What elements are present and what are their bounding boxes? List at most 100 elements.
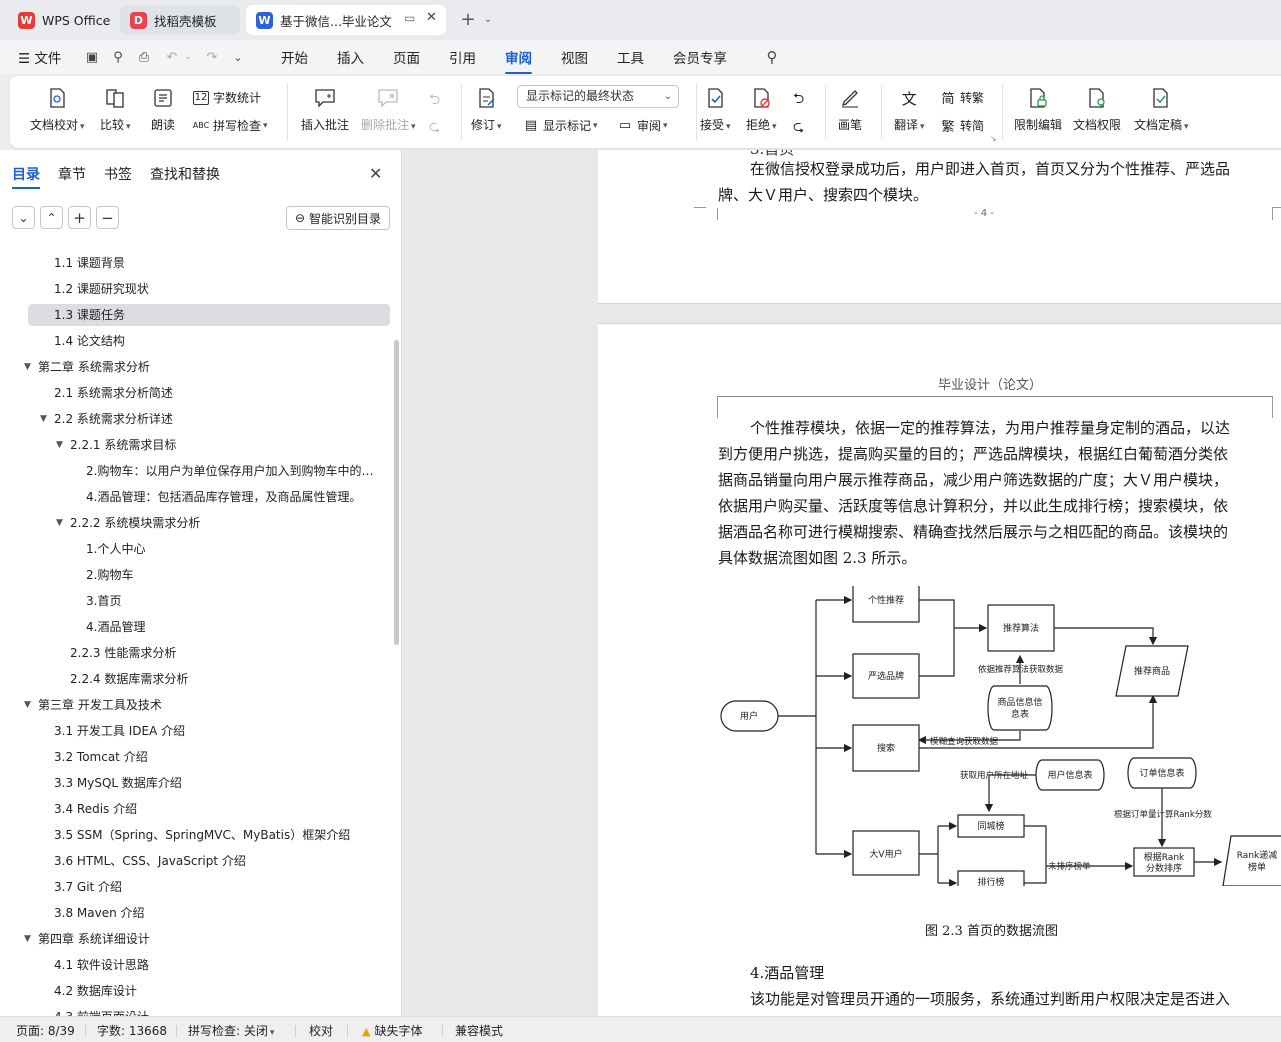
expand-triangle-icon[interactable]: ▼ xyxy=(24,356,31,378)
to-simplified-button[interactable]: 繁 转简 xyxy=(940,117,984,135)
proof-status[interactable]: 校对 xyxy=(309,1022,333,1039)
insert-comment-button[interactable]: 插入批注 xyxy=(301,86,349,133)
word-count-button[interactable]: 12 字数统计 xyxy=(193,89,261,106)
next-comment-icon[interactable]: ⮎ xyxy=(429,116,440,140)
tab-find-replace[interactable]: 查找和替换 xyxy=(150,164,220,184)
sidebar-scrollbar[interactable] xyxy=(394,340,399,645)
page-indicator[interactable]: 页面: 8/39 xyxy=(16,1022,75,1039)
close-tab-icon[interactable]: ✕ xyxy=(426,10,437,25)
toc-item[interactable]: 4.3 前端页面设计 xyxy=(54,1006,374,1016)
tab-chapters[interactable]: 章节 xyxy=(58,164,86,184)
previous-revision-icon[interactable]: ⮌ xyxy=(793,88,804,112)
toc-item[interactable]: 2.购物车：以用户为单位保存用户加入到购物车中的商品。 xyxy=(86,460,374,482)
markup-state-select[interactable]: 显示标记的最终状态 ⌄ xyxy=(517,85,679,108)
toc-item[interactable]: 2.购物车 xyxy=(86,564,374,586)
missing-font-status[interactable]: ▲ 缺失字体 xyxy=(362,1022,422,1039)
delete-comment-button[interactable]: 删除批注 ▾ xyxy=(361,86,416,133)
menu-view[interactable]: 视图 xyxy=(561,47,588,67)
toc-item[interactable]: 2.1 系统需求分析简述 xyxy=(54,382,374,404)
document-canvas[interactable]: 3.首页 在微信授权登录成功后，用户即进入首页，首页又分为个性推荐、严选品 牌、… xyxy=(403,150,1281,1016)
new-tab-icon[interactable]: + xyxy=(458,9,478,30)
share-icon[interactable]: ⚲ xyxy=(110,49,126,65)
tab-bookmarks[interactable]: 书签 xyxy=(104,164,132,184)
toc-item[interactable]: 1.个人中心 xyxy=(86,538,374,560)
toc-item[interactable]: 2.2 系统需求分析详述 xyxy=(54,408,374,430)
expand-triangle-icon[interactable]: ▼ xyxy=(40,408,47,430)
toc-item[interactable]: 2.2.1 系统需求目标 xyxy=(70,434,374,456)
toc-item[interactable]: 1.3 课题任务 xyxy=(54,304,374,326)
toc-item[interactable]: 1.4 论文结构 xyxy=(54,330,374,352)
collapse-down-icon[interactable]: ⌄ xyxy=(12,206,35,229)
previous-comment-icon[interactable]: ⮌ xyxy=(429,89,440,113)
tab-toc[interactable]: 目录 xyxy=(12,164,40,189)
close-icon[interactable]: ✕ xyxy=(369,164,382,183)
spell-check-button[interactable]: ABC 拼写检查 ▾ xyxy=(193,117,268,134)
more-chevron-icon[interactable]: ⌄ xyxy=(230,49,246,65)
tab-docer-template[interactable]: D 找稻壳模板 xyxy=(120,5,240,35)
toc-item[interactable]: 第二章 系统需求分析 xyxy=(38,356,374,378)
toc-item[interactable]: 1.1 课题背景 xyxy=(54,252,374,274)
menu-home[interactable]: 开始 xyxy=(281,47,308,67)
next-revision-icon[interactable]: ⮎ xyxy=(793,116,804,140)
review-pane-button[interactable]: ▭ 审阅 ▾ xyxy=(617,117,668,134)
dialog-launcher-icon[interactable]: ↘ xyxy=(990,134,997,143)
file-menu[interactable]: ☰ 文件 xyxy=(18,47,61,67)
collapse-up-icon[interactable]: ⌃ xyxy=(40,206,63,229)
compare-button[interactable]: 比较 ▾ xyxy=(100,86,131,133)
add-heading-icon[interactable]: + xyxy=(68,206,91,229)
search-icon[interactable]: ⚲ xyxy=(764,48,780,66)
doc-finalize-button[interactable]: 文档定稿 ▾ xyxy=(1134,86,1189,133)
menu-review[interactable]: 审阅 xyxy=(505,47,532,74)
doc-proof-button[interactable]: 文档校对 ▾ xyxy=(30,86,85,133)
print-preview-icon[interactable]: ⎙ xyxy=(136,49,152,65)
toc-item[interactable]: 3.5 SSM（Spring、SpringMVC、MyBatis）框架介绍 xyxy=(54,824,374,846)
tab-document[interactable]: W 基于微信...毕业论文 ▭ ✕ xyxy=(246,5,446,35)
translate-button[interactable]: 文 翻译 ▾ xyxy=(894,86,925,133)
remove-heading-icon[interactable]: − xyxy=(96,206,119,229)
menu-vip[interactable]: 会员专享 xyxy=(673,47,727,67)
menu-reference[interactable]: 引用 xyxy=(449,47,476,67)
toc-item[interactable]: 3.4 Redis 介绍 xyxy=(54,798,374,820)
expand-triangle-icon[interactable]: ▼ xyxy=(24,694,31,716)
toc-item[interactable]: 第四章 系统详细设计 xyxy=(38,928,374,950)
toc-item[interactable]: 4.1 软件设计思路 xyxy=(54,954,374,976)
document-page[interactable]: 3.首页 在微信授权登录成功后，用户即进入首页，首页又分为个性推荐、严选品 牌、… xyxy=(598,150,1281,304)
toc-item[interactable]: 2.2.4 数据库需求分析 xyxy=(70,668,374,690)
undo-chevron-icon[interactable]: ⌄ xyxy=(180,49,196,65)
toc-item[interactable]: 3.首页 xyxy=(86,590,374,612)
redo-icon[interactable]: ↷ xyxy=(204,49,220,65)
menu-page[interactable]: 页面 xyxy=(393,47,420,67)
word-count-status[interactable]: 字数: 13668 xyxy=(97,1022,167,1039)
expand-triangle-icon[interactable]: ▼ xyxy=(56,512,63,534)
pen-button[interactable]: 画笔 xyxy=(838,86,862,133)
spell-check-status[interactable]: 拼写检查: 关闭 ▾ xyxy=(188,1022,274,1039)
undo-icon[interactable]: ↶ xyxy=(164,49,180,65)
toc-item[interactable]: 4.2 数据库设计 xyxy=(54,980,374,1002)
toc-item[interactable]: 1.2 课题研究现状 xyxy=(54,278,374,300)
document-page[interactable]: 毕业设计（论文） 个性推荐模块，依据一定的推荐算法，为用户推荐量身定制的酒品，以… xyxy=(598,323,1281,1016)
toc-item[interactable]: 3.8 Maven 介绍 xyxy=(54,902,374,924)
restrict-edit-button[interactable]: 限制编辑 xyxy=(1014,86,1062,133)
window-mode-icon[interactable]: ▭ xyxy=(404,11,415,25)
accept-button[interactable]: 接受 ▾ xyxy=(700,86,731,133)
show-markup-button[interactable]: ▤ 显示标记 ▾ xyxy=(523,117,598,134)
tab-list-chevron-icon[interactable]: ⌄ xyxy=(478,9,498,29)
toc-item[interactable]: 3.1 开发工具 IDEA 介绍 xyxy=(54,720,374,742)
toc-item[interactable]: 2.2.2 系统模块需求分析 xyxy=(70,512,374,534)
toc-item[interactable]: 2.2.3 性能需求分析 xyxy=(70,642,374,664)
expand-triangle-icon[interactable]: ▼ xyxy=(24,928,31,950)
doc-permission-button[interactable]: 文档权限 xyxy=(1073,86,1121,133)
menu-tools[interactable]: 工具 xyxy=(617,47,644,67)
to-traditional-button[interactable]: 简 转繁 xyxy=(940,89,984,107)
menu-insert[interactable]: 插入 xyxy=(337,47,364,67)
toc-item[interactable]: 4.酒品管理：包括酒品库存管理，及商品属性管理。 xyxy=(86,486,374,508)
toc-item[interactable]: 3.6 HTML、CSS、JavaScript 介绍 xyxy=(54,850,374,872)
save-icon[interactable]: ▣ xyxy=(84,49,100,65)
smart-toc-button[interactable]: ⊖ 智能识别目录 xyxy=(286,206,390,230)
toc-item[interactable]: 3.7 Git 介绍 xyxy=(54,876,374,898)
toc-item[interactable]: 3.3 MySQL 数据库介绍 xyxy=(54,772,374,794)
revise-button[interactable]: 修订 ▾ xyxy=(471,86,502,133)
tab-wps-office[interactable]: W WPS Office xyxy=(8,5,115,35)
expand-triangle-icon[interactable]: ▼ xyxy=(56,434,63,456)
read-aloud-button[interactable]: 朗读 xyxy=(151,86,175,133)
